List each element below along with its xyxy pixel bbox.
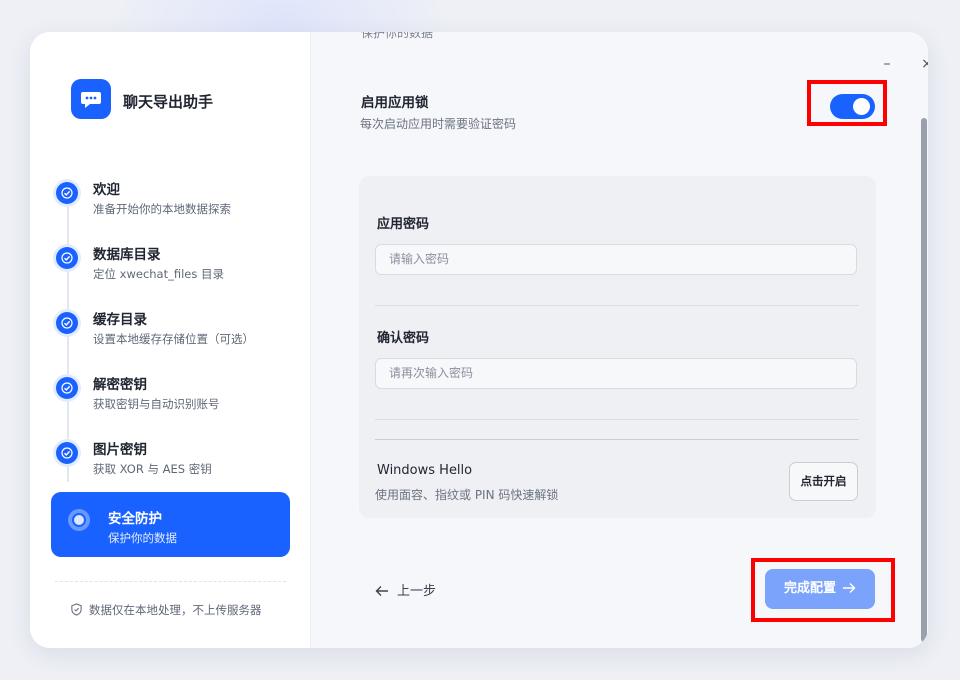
step-title: 缓存目录: [93, 312, 147, 328]
app-logo-icon: [71, 79, 111, 119]
step-title: 解密密钥: [93, 377, 147, 393]
scrollbar[interactable]: [921, 118, 927, 642]
check-icon: [56, 182, 78, 204]
close-button[interactable]: ×: [913, 52, 928, 76]
back-label: 上一步: [397, 584, 437, 599]
arrow-left-icon: [375, 586, 388, 596]
windows-hello-desc: 使用面容、指纹或 PIN 码快速解锁: [375, 488, 559, 502]
app-lock-desc: 每次启动应用时需要验证密码: [360, 117, 517, 131]
privacy-note: 数据仅在本地处理，不上传服务器: [70, 602, 262, 618]
main-panel: 保护你的数据 – × 启用应用锁 每次启动应用时需要验证密码 应用密码 请输入密…: [311, 32, 928, 648]
scrolled-subtitle: 保护你的数据: [361, 32, 434, 40]
divider: [375, 439, 859, 440]
step-desc: 设置本地缓存存储位置（可选）: [93, 332, 254, 346]
app-title: 聊天导出助手: [123, 93, 214, 111]
password-label: 应用密码: [377, 217, 430, 232]
divider: [375, 419, 859, 420]
step-database-dir[interactable]: 数据库目录 定位 xwechat_files 目录: [56, 243, 296, 293]
divider: [375, 305, 859, 306]
step-welcome[interactable]: 欢迎 准备开始你的本地数据探索: [56, 178, 296, 228]
check-icon: [56, 247, 78, 269]
step-title: 欢迎: [93, 182, 120, 198]
step-desc: 准备开始你的本地数据探索: [93, 202, 231, 216]
step-desc: 获取密钥与自动识别账号: [93, 397, 220, 411]
app-window: 聊天导出助手 欢迎 准备开始你的本地数据探索 数据库目录 定位 xwechat_…: [30, 32, 928, 648]
highlight-box-toggle: [807, 80, 887, 126]
privacy-text: 数据仅在本地处理，不上传服务器: [89, 603, 262, 617]
windows-hello-enable-button[interactable]: 点击开启: [789, 462, 858, 501]
step-image-key[interactable]: 图片密钥 获取 XOR 与 AES 密钥: [56, 438, 296, 488]
step-title: 图片密钥: [93, 442, 147, 458]
confirm-password-input[interactable]: 请再次输入密码: [375, 358, 857, 389]
step-desc: 获取 XOR 与 AES 密钥: [93, 462, 212, 476]
check-icon: [56, 312, 78, 334]
minimize-button[interactable]: –: [873, 52, 901, 76]
step-title: 安全防护: [108, 511, 162, 527]
step-desc: 定位 xwechat_files 目录: [93, 267, 225, 281]
step-desc: 保护你的数据: [108, 531, 177, 545]
check-icon: [56, 442, 78, 464]
sidebar-divider: [55, 581, 286, 582]
app-lock-title: 启用应用锁: [361, 95, 429, 111]
back-button[interactable]: 上一步: [375, 580, 436, 599]
shield-icon: [71, 603, 82, 616]
current-step-icon: [68, 509, 90, 531]
windows-hello-title: Windows Hello: [377, 463, 473, 478]
highlight-box-finish: [751, 558, 895, 622]
password-card: 应用密码 请输入密码 确认密码 请再次输入密码 Windows Hello 使用…: [359, 176, 876, 518]
step-title: 数据库目录: [93, 247, 161, 263]
confirm-password-label: 确认密码: [377, 331, 430, 346]
check-icon: [56, 377, 78, 399]
step-security-active[interactable]: 安全防护 保护你的数据: [51, 492, 290, 557]
step-cache-dir[interactable]: 缓存目录 设置本地缓存存储位置（可选）: [56, 308, 296, 358]
step-decrypt-key[interactable]: 解密密钥 获取密钥与自动识别账号: [56, 373, 296, 423]
sidebar: 聊天导出助手 欢迎 准备开始你的本地数据探索 数据库目录 定位 xwechat_…: [30, 32, 311, 648]
password-input[interactable]: 请输入密码: [375, 244, 857, 275]
